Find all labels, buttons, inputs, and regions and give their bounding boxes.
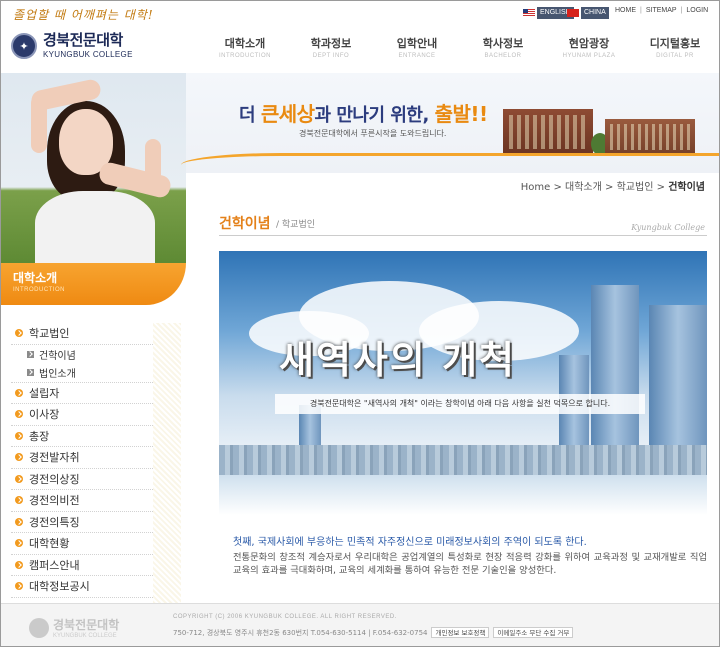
arrow-bullet-icon	[15, 388, 23, 397]
title-divider	[219, 235, 707, 236]
gnb-bachelor[interactable]: 학사정보 BACHELOR	[463, 35, 543, 59]
china-flag-icon	[567, 9, 579, 17]
lnb-item[interactable]: 설립자	[11, 383, 153, 404]
footer-logo: 경북전문대학 KYUNGBUK COLLEGE	[29, 616, 119, 639]
copyright: COPYRIGHT (C) 2006 KYUNGBUK COLLEGE. ALL…	[173, 614, 397, 620]
section-title: 대학소개 INTRODUCTION	[1, 263, 186, 305]
lnb-item[interactable]: 경전의비전	[11, 490, 153, 512]
orange-divider-curve	[181, 153, 719, 169]
global-nav: 대학소개 INTRODUCTION 학과정보 DEPT INFO 입학안내 EN…	[1, 35, 719, 65]
lnb-item[interactable]: 이사장	[11, 404, 153, 426]
lnb-item[interactable]: 경전의상징	[11, 469, 153, 490]
arrow-bullet-icon	[15, 496, 23, 505]
arrow-bullet-icon	[15, 560, 23, 569]
arrow-bullet-icon	[15, 453, 23, 462]
decorative-strip	[153, 323, 181, 603]
lnb-item[interactable]: 경전의특징	[11, 512, 153, 533]
header: 졸업할 때 어깨펴는 대학! ✦ 경북전문대학 KYUNGBUK COLLEGE…	[1, 1, 719, 73]
lnb-item[interactable]: 캠퍼스안내	[11, 555, 153, 576]
arrow-bullet-icon	[15, 474, 23, 483]
utility-menu: HOME | SITEMAP | LOGIN	[615, 7, 709, 14]
hero-title: 새역사의 개척	[279, 338, 516, 382]
gnb-introduction[interactable]: 대학소개 INTRODUCTION	[205, 35, 285, 59]
gnb-dept-info[interactable]: 학과정보 DEPT INFO	[291, 35, 371, 59]
page-title-sub: / 학교법인	[276, 220, 316, 230]
emblem-icon	[29, 617, 49, 638]
lnb-item[interactable]: 대학정보공시	[11, 576, 153, 598]
gnb-entrance[interactable]: 입학안내 ENTRANCE	[377, 35, 457, 59]
sitemap-link[interactable]: SITEMAP	[646, 7, 677, 14]
arrow-square-icon	[27, 369, 34, 376]
intro-first-line: 첫째, 국제사회에 부응하는 민족적 자주정신으로 미래정보사회의 주역이 되도…	[233, 537, 587, 548]
footer-address: 750-712, 경상북도 영주시 휴천2동 630번지 T.054-630-5…	[173, 627, 574, 638]
breadcrumb-current: 건학이념	[668, 182, 705, 193]
us-flag-icon	[523, 9, 535, 17]
login-link[interactable]: LOGIN	[686, 7, 708, 14]
local-nav: 학교법인 건학이념 법인소개 설립자 이사장 총장 경전발자취 경전의상징 경전…	[11, 323, 153, 598]
lnb-item[interactable]: 대학현황	[11, 533, 153, 555]
breadcrumb: Home > 대학소개 > 학교법인 > 건학이념	[520, 182, 705, 193]
arrow-bullet-icon	[15, 431, 23, 440]
arrow-bullet-icon	[15, 539, 23, 548]
page-frame: 졸업할 때 어깨펴는 대학! ✦ 경북전문대학 KYUNGBUK COLLEGE…	[0, 0, 720, 647]
lnb-item[interactable]: 경전발자취	[11, 447, 153, 469]
lnb-item-group[interactable]: 학교법인	[11, 323, 153, 345]
banner-headline: 더 큰세상과 만나기 위한, 출발!!	[239, 102, 488, 126]
gnb-hyunam-plaza[interactable]: 현암광장 HYUNAM PLAZA	[549, 35, 629, 59]
campus-building-image	[495, 99, 705, 155]
home-link[interactable]: HOME	[615, 7, 636, 14]
breadcrumb-level-2[interactable]: 학교법인	[617, 182, 654, 193]
left-column: 대학소개 INTRODUCTION 학교법인 건학이념 법인소개 설립자 이사장…	[1, 173, 186, 603]
arrow-bullet-icon	[15, 582, 23, 591]
arrow-square-icon	[27, 350, 34, 358]
lnb-item[interactable]: 총장	[11, 426, 153, 447]
arrow-bullet-icon	[15, 329, 23, 338]
brand-watermark: Kyungbuk College	[631, 223, 705, 232]
hero-image: 새역사의 개척 경북전문대학은 "새역사의 개척" 이라는 창학이념 아래 다음…	[219, 251, 707, 515]
china-link[interactable]: CHINA	[567, 7, 609, 19]
lnb-sub-item-1[interactable]: 건학이념	[11, 345, 153, 364]
banner-subtitle: 경북전문대학에서 푸른시작을 도와드립니다.	[299, 129, 447, 138]
page-title: 건학이념	[219, 216, 271, 232]
breadcrumb-home[interactable]: Home	[521, 182, 551, 193]
hero-subtitle: 경북전문대학은 "새역사의 개척" 이라는 창학이념 아래 다음 사항을 실천 …	[275, 394, 645, 414]
arrow-bullet-icon	[15, 517, 23, 526]
slogan: 졸업할 때 어깨펴는 대학!	[13, 8, 154, 22]
breadcrumb-level-1[interactable]: 대학소개	[565, 182, 602, 193]
arrow-bullet-icon	[15, 410, 23, 419]
gnb-digital-pr[interactable]: 디지털홍보 DIGITAL PR	[635, 35, 715, 59]
lnb-sub-item-2[interactable]: 법인소개	[11, 364, 153, 383]
intro-paragraph: 전통문화의 창조적 계승자로서 우리대학은 공업계열의 특성화로 현장 적응력 …	[233, 552, 707, 576]
email-refusal-link[interactable]: 이메일주소 무단 수집 거부	[493, 627, 574, 638]
privacy-policy-link[interactable]: 개인정보 보호정책	[431, 627, 490, 638]
footer: 경북전문대학 KYUNGBUK COLLEGE COPYRIGHT (C) 20…	[1, 603, 719, 646]
